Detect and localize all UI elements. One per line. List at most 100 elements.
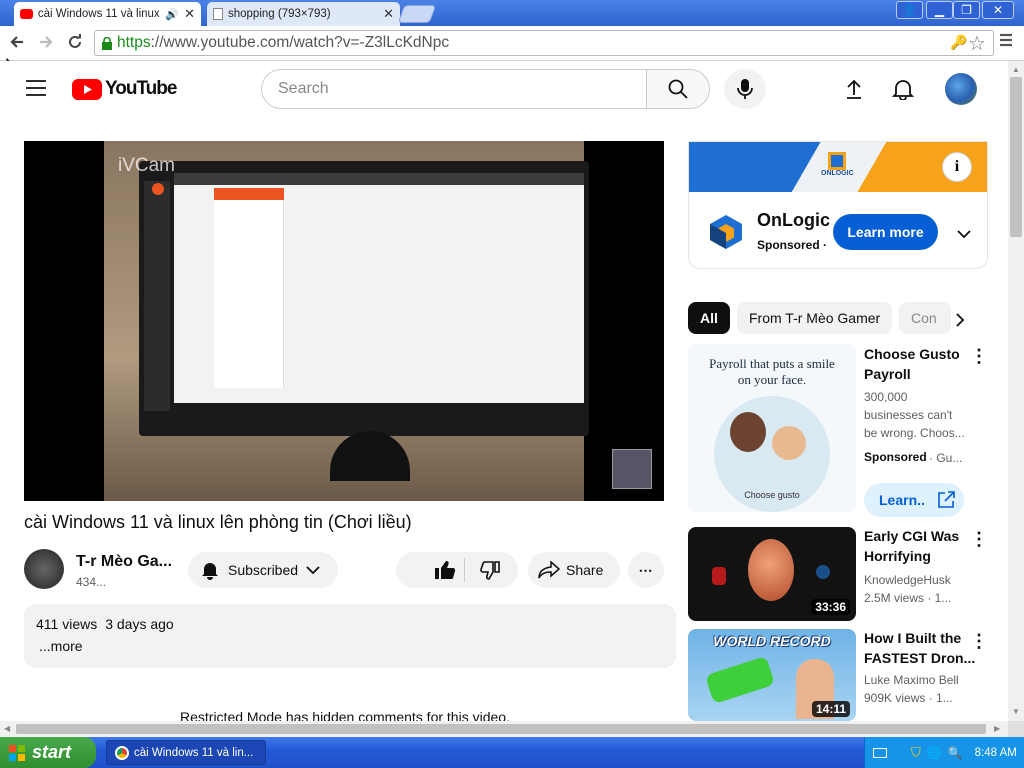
chevron-down-icon[interactable] xyxy=(957,226,971,244)
video-pip-thumbnail xyxy=(612,449,652,489)
onlogic-logo-icon xyxy=(709,214,743,255)
video-duration: 33:36 xyxy=(811,599,850,615)
security-shield-icon[interactable]: ⛉ xyxy=(911,745,921,761)
learn-button[interactable]: Learn.. xyxy=(864,483,964,517)
search-tray-icon[interactable]: 🔍 xyxy=(948,746,963,760)
key-icon[interactable]: 🔑 xyxy=(950,34,967,51)
tab-youtube-video[interactable]: cài Windows 11 và linux lê 🔊 ✕ xyxy=(14,2,201,26)
chip-from-channel[interactable]: From T-r Mèo Gamer xyxy=(737,302,893,334)
microphone-icon xyxy=(737,79,753,99)
rec-title-line1[interactable]: Early CGI Was xyxy=(864,526,959,546)
share-icon xyxy=(538,561,560,579)
firefox-icon xyxy=(152,183,164,195)
screen-topbar xyxy=(174,173,584,185)
thumb-headline-1: Payroll that puts a smile xyxy=(709,356,835,371)
more-options-icon[interactable]: ⋮ xyxy=(970,529,988,550)
scroll-down-arrow-icon[interactable]: ▼ xyxy=(1012,707,1020,716)
video-player[interactable]: iVCam xyxy=(24,141,664,501)
scroll-right-arrow-icon[interactable]: ▶ xyxy=(994,724,1000,733)
speaker-icon: 🔊 xyxy=(165,8,180,21)
search-input[interactable]: Search xyxy=(261,69,647,109)
subscribed-button[interactable]: Subscribed xyxy=(188,552,338,588)
rec-title-line2[interactable]: Horrifying xyxy=(864,546,931,566)
rec-title-line1[interactable]: How I Built the xyxy=(864,628,961,648)
channel-avatar[interactable] xyxy=(24,549,64,589)
vertical-scroll-thumb[interactable] xyxy=(1010,77,1022,237)
share-button[interactable]: Share xyxy=(528,552,620,588)
chevron-right-icon[interactable] xyxy=(955,312,965,333)
start-button[interactable]: start xyxy=(0,737,96,768)
sponsored-ad-card[interactable]: ONLOGIC i OnLogic Sponsored · Learn more xyxy=(688,141,988,269)
video-thumbnail-cgi[interactable]: 33:36 xyxy=(688,527,856,621)
horizontal-scrollbar[interactable]: ◀ ▶ xyxy=(0,721,1008,737)
gusto-ad-thumbnail[interactable]: Payroll that puts a smile on your face. … xyxy=(688,344,856,512)
subscribed-label: Subscribed xyxy=(228,562,299,578)
ad-info-icon[interactable]: i xyxy=(942,152,972,182)
menu-icon[interactable] xyxy=(999,33,1013,52)
search-button[interactable] xyxy=(646,69,710,109)
upload-icon[interactable] xyxy=(845,79,863,104)
scroll-corner xyxy=(1008,721,1024,737)
tab-shopping[interactable]: shopping (793×793) ✕ xyxy=(207,2,400,26)
channel-name[interactable]: T-r Mèo Ga... xyxy=(76,553,172,571)
reload-icon[interactable] xyxy=(64,31,86,53)
hamburger-menu-icon[interactable] xyxy=(26,79,46,102)
clock[interactable]: 8:48 AM xyxy=(975,747,1017,759)
voice-search-button[interactable] xyxy=(724,69,766,109)
like-button[interactable] xyxy=(434,560,456,583)
rec-title-line2[interactable]: Payroll xyxy=(864,364,911,384)
video-description[interactable]: 411 views 3 days ago ...more xyxy=(24,604,676,668)
settings-header xyxy=(214,188,284,200)
horizontal-scroll-thumb[interactable] xyxy=(16,724,986,734)
network-icon[interactable]: 🌐 xyxy=(927,746,942,760)
taskbar-chrome-window[interactable]: cài Windows 11 và lin... xyxy=(106,740,266,765)
rec-channel[interactable]: KnowledgeHusk xyxy=(864,571,951,589)
more-options-icon[interactable]: ⋮ xyxy=(970,631,988,652)
user-icon[interactable]: 👤 xyxy=(896,1,923,19)
close-tab-icon[interactable]: ✕ xyxy=(184,6,195,22)
url-scheme: https xyxy=(117,34,151,51)
new-tab-button[interactable] xyxy=(397,5,437,23)
back-arrow-icon[interactable] xyxy=(6,31,28,53)
more-options-icon[interactable]: ⋮ xyxy=(970,346,988,367)
youtube-play-icon xyxy=(72,78,102,100)
chip-all[interactable]: All xyxy=(688,302,730,334)
ubuntu-dock xyxy=(144,181,170,411)
tab-title: cài Windows 11 và linux lê xyxy=(37,8,161,20)
thumbs-down-icon xyxy=(480,561,500,580)
scroll-up-arrow-icon[interactable]: ▲ xyxy=(1012,65,1020,74)
video-title: cài Windows 11 và linux lên phòng tin (C… xyxy=(24,512,412,532)
restore-button[interactable]: ❐ xyxy=(953,1,980,19)
settings-sidebar xyxy=(214,188,284,388)
sponsored-by: · Gu... xyxy=(929,451,963,465)
learn-more-button[interactable]: Learn more xyxy=(833,214,938,250)
close-tab-icon[interactable]: ✕ xyxy=(383,6,394,22)
chip-con[interactable]: Con xyxy=(899,302,951,334)
minimize-button[interactable]: ▁ xyxy=(926,1,953,19)
show-more-link[interactable]: ...more xyxy=(39,638,664,654)
thumbs-up-icon xyxy=(435,561,456,579)
notifications-bell-icon[interactable] xyxy=(891,78,915,105)
youtube-logo[interactable]: YouTube xyxy=(72,78,177,100)
rec-title-line2[interactable]: FASTEST Dron... xyxy=(864,648,975,668)
youtube-favicon-icon xyxy=(20,9,33,19)
more-actions-icon[interactable]: ⋯ xyxy=(628,552,664,588)
onlogic-banner-logo: ONLOGIC xyxy=(821,152,854,177)
video-thumbnail-drone[interactable]: WORLD RECORD 14:11 xyxy=(688,629,856,721)
address-bar[interactable]: https://www.youtube.com/watch?v=-Z3lLcKd… xyxy=(94,30,994,56)
rec-channel[interactable]: Luke Maximo Bell xyxy=(864,671,959,689)
bookmark-star-icon[interactable]: ☆ xyxy=(968,31,986,56)
system-tray: ⛉ 🌐 🔍 8:48 AM xyxy=(864,737,1024,768)
person-2-head xyxy=(772,426,806,460)
scroll-left-arrow-icon[interactable]: ◀ xyxy=(4,724,10,733)
account-avatar[interactable] xyxy=(945,73,977,105)
keyboard-icon[interactable] xyxy=(873,747,887,758)
forward-arrow-icon[interactable] xyxy=(35,31,57,53)
monitor-screen xyxy=(174,173,584,403)
ad-desc-line3: be wrong. Choos... xyxy=(864,426,965,440)
rec-title-line1[interactable]: Choose Gusto xyxy=(864,344,960,364)
learn-label: Learn.. xyxy=(879,492,925,508)
vertical-scrollbar[interactable]: ▲ ▼ xyxy=(1008,61,1024,721)
dislike-button[interactable] xyxy=(480,561,500,584)
close-window-button[interactable]: ✕ xyxy=(982,1,1014,19)
